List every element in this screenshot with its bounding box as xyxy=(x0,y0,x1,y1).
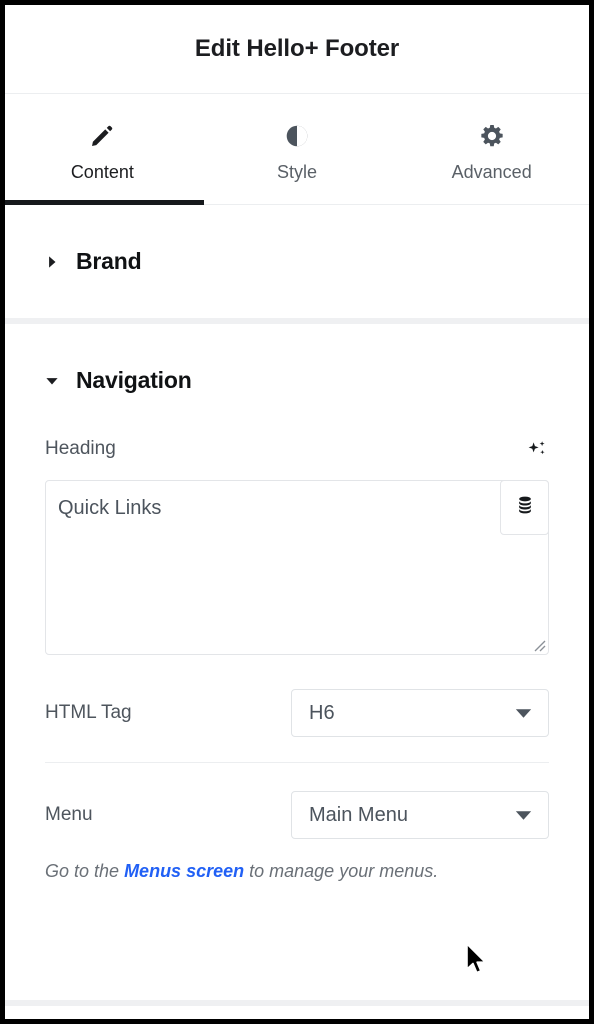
pencil-icon xyxy=(89,123,115,149)
chevron-down-icon xyxy=(515,708,532,719)
help-suffix: to manage your menus. xyxy=(244,861,439,881)
database-icon xyxy=(514,494,536,521)
html-tag-control: HTML Tag H6 xyxy=(5,689,589,737)
caret-right-icon xyxy=(45,255,59,269)
section-brand: Brand xyxy=(5,205,589,318)
heading-control: Heading Quick Links xyxy=(5,437,589,655)
heading-label-row: Heading xyxy=(45,437,549,461)
section-navigation: Navigation Heading Quick Links HTML Tag … xyxy=(5,324,589,882)
section-brand-title: Brand xyxy=(76,248,142,274)
menus-screen-link[interactable]: Menus screen xyxy=(124,861,244,881)
heading-label: Heading xyxy=(45,438,116,459)
section-navigation-title: Navigation xyxy=(76,367,192,393)
dynamic-tags-button[interactable] xyxy=(500,480,549,535)
contrast-icon xyxy=(284,123,310,149)
menu-help-text: Go to the Menus screen to manage your me… xyxy=(5,839,589,882)
tab-content[interactable]: Content xyxy=(5,94,200,204)
chevron-down-icon xyxy=(515,810,532,821)
mouse-pointer-icon xyxy=(465,943,489,977)
gear-icon xyxy=(479,123,505,149)
panel-header: Edit Hello+ Footer xyxy=(5,5,589,94)
html-tag-value: H6 xyxy=(309,701,335,724)
tab-advanced-label: Advanced xyxy=(451,162,532,182)
editor-panel: Edit Hello+ Footer Content Style Advance… xyxy=(5,5,589,1019)
html-tag-label: HTML Tag xyxy=(45,702,132,723)
help-prefix: Go to the xyxy=(45,861,125,881)
tab-advanced[interactable]: Advanced xyxy=(394,94,589,204)
page-title: Edit Hello+ Footer xyxy=(194,35,400,62)
sparkle-icon[interactable] xyxy=(525,437,549,461)
tab-style[interactable]: Style xyxy=(200,94,395,204)
html-tag-select[interactable]: H6 xyxy=(291,689,549,737)
active-tab-indicator xyxy=(5,200,204,205)
bottom-divider xyxy=(5,1000,589,1006)
resize-grip-icon[interactable] xyxy=(530,636,546,652)
menu-value: Main Menu xyxy=(309,803,408,826)
section-brand-header[interactable]: Brand xyxy=(5,205,589,318)
tab-bar: Content Style Advanced xyxy=(5,94,589,205)
caret-down-icon xyxy=(45,374,59,388)
menu-select[interactable]: Main Menu xyxy=(291,791,549,839)
tab-style-label: Style xyxy=(276,162,318,182)
tab-content-label: Content xyxy=(70,162,134,182)
menu-control: Menu Main Menu xyxy=(5,791,589,839)
menu-label: Menu xyxy=(45,804,93,825)
heading-value: Quick Links xyxy=(58,497,162,519)
section-navigation-header[interactable]: Navigation xyxy=(5,324,589,437)
control-divider xyxy=(45,762,549,763)
heading-textarea[interactable]: Quick Links xyxy=(45,480,549,655)
